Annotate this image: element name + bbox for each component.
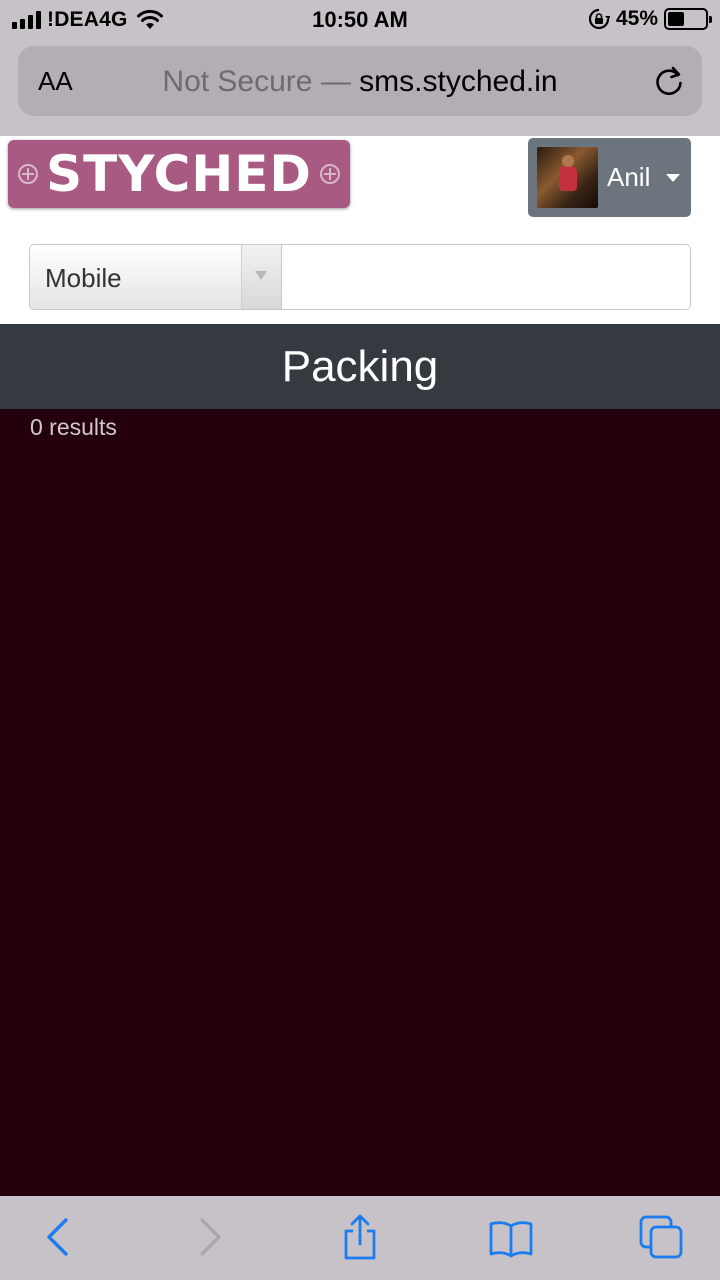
avatar	[537, 147, 598, 208]
tabs-button[interactable]	[638, 1214, 684, 1260]
user-name: Anil	[607, 162, 651, 192]
page-title: Packing	[281, 341, 439, 391]
logo-ornament-icon	[320, 164, 340, 184]
user-menu-button[interactable]: Anil	[528, 138, 691, 217]
search-input[interactable]	[282, 244, 691, 310]
styched-logo[interactable]: STYCHED	[8, 140, 350, 208]
page-title-bar: Packing	[0, 324, 720, 409]
url-security-label: Not Secure —	[162, 65, 351, 98]
rotation-lock-icon	[588, 8, 610, 30]
bookmarks-icon	[489, 1221, 533, 1258]
search-field-select[interactable]: Mobile	[29, 244, 282, 310]
browser-address-area: AA Not Secure — sms.styched.in	[0, 40, 720, 136]
share-button[interactable]	[337, 1214, 383, 1260]
results-count: 0 results	[30, 414, 117, 440]
logo-text: STYCHED	[46, 145, 312, 203]
url-display[interactable]: Not Secure — sms.styched.in	[18, 65, 702, 99]
search-group: Mobile	[29, 244, 691, 310]
chevron-down-icon	[666, 173, 681, 182]
share-icon	[344, 1214, 376, 1260]
url-host: sms.styched.in	[359, 65, 558, 98]
reload-icon[interactable]	[652, 64, 686, 98]
status-bar: !DEA4G 10:50 AM 45%	[0, 0, 720, 40]
forward-icon	[200, 1218, 221, 1256]
select-value: Mobile	[45, 263, 122, 293]
tabs-icon	[639, 1215, 683, 1259]
back-button[interactable]	[36, 1214, 82, 1260]
dropdown-arrow-icon	[241, 245, 281, 309]
bookmarks-button[interactable]	[488, 1214, 534, 1260]
browser-toolbar	[0, 1196, 720, 1280]
battery-icon	[664, 8, 712, 30]
address-bar[interactable]: AA Not Secure — sms.styched.in	[18, 46, 702, 116]
forward-button[interactable]	[186, 1214, 232, 1260]
back-icon	[47, 1218, 68, 1256]
battery-percent: 45%	[615, 7, 658, 30]
page-header: STYCHED Anil Mobile	[0, 136, 720, 324]
logo-ornament-icon	[18, 164, 38, 184]
